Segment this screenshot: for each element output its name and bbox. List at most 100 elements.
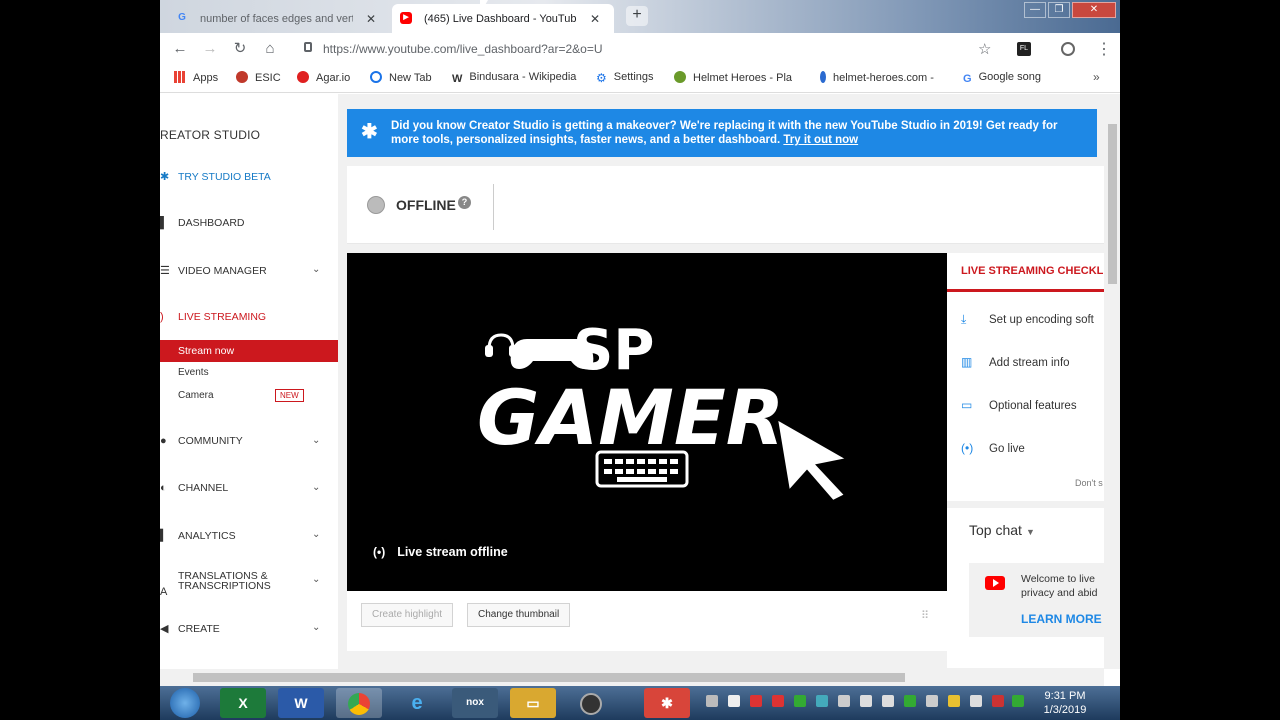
key-icon xyxy=(820,71,826,83)
tray-icon[interactable] xyxy=(1012,695,1024,707)
drag-handle-icon[interactable]: ⠿ xyxy=(921,609,929,622)
extension-ball-icon[interactable] xyxy=(1061,42,1075,56)
nox-icon[interactable]: nox xyxy=(452,688,498,718)
back-button[interactable]: ← xyxy=(170,39,190,59)
dont-show-link[interactable]: Don't s xyxy=(1075,478,1103,488)
bookmark-helmet-heroes-com[interactable]: helmet-heroes.com - xyxy=(820,71,940,84)
bookmark-label: Bindusara - Wikipedia xyxy=(469,71,577,83)
internet-explorer-icon[interactable]: e xyxy=(394,688,440,718)
close-icon[interactable]: ✕ xyxy=(366,12,376,26)
start-button[interactable] xyxy=(170,688,200,718)
bookmark-label: helmet-heroes.com - xyxy=(833,72,934,84)
scroll-thumb[interactable] xyxy=(1108,124,1117,284)
stream-preview[interactable]: SP GAMER (•) Live stream offline xyxy=(347,253,947,591)
wikipedia-icon: W xyxy=(452,73,463,85)
bookmark-apps[interactable]: Apps xyxy=(174,71,218,84)
tray-icon[interactable] xyxy=(772,695,784,707)
home-button[interactable]: ⌂ xyxy=(260,39,280,59)
sidebar-item-events[interactable]: Events xyxy=(178,367,209,378)
change-thumbnail-button[interactable]: Change thumbnail xyxy=(467,603,571,627)
sidebar-item-video-manager[interactable]: ☰ VIDEO MANAGER ⌄ xyxy=(160,264,320,277)
sidebar-item-label: TRANSCRIPTIONS xyxy=(178,580,271,592)
tray-icon[interactable] xyxy=(750,695,762,707)
extension-icon[interactable]: FL xyxy=(1017,42,1031,56)
sidebar-item-community[interactable]: ● COMMUNITY ⌄ xyxy=(160,435,320,447)
new-badge: NEW xyxy=(275,389,304,402)
sidebar-item-camera[interactable]: Camera xyxy=(178,390,214,401)
scroll-thumb[interactable] xyxy=(193,673,905,682)
horizontal-scrollbar[interactable] xyxy=(160,669,1104,686)
forward-button[interactable]: → xyxy=(200,39,220,59)
bookmark-agar[interactable]: Agar.io xyxy=(297,71,350,84)
new-tab-button[interactable]: + xyxy=(626,6,648,26)
tray-icon[interactable] xyxy=(926,695,938,707)
network-icon[interactable] xyxy=(882,695,894,707)
video-actions: Create highlight Change thumbnail ⠿ xyxy=(347,591,947,651)
bookmark-wikipedia[interactable]: W Bindusara - Wikipedia xyxy=(452,71,582,85)
page-content: REATOR STUDIO ✱ TRY STUDIO BETA ▌ DASHBOAR… xyxy=(160,94,1120,669)
sidebar-item-channel[interactable]: ◐ CHANNEL ⌄ xyxy=(160,482,320,494)
tray-icon[interactable] xyxy=(970,695,982,707)
speaker-icon[interactable] xyxy=(860,695,872,707)
tray-icon[interactable] xyxy=(794,695,806,707)
window-close-button[interactable]: ✕ xyxy=(1072,2,1116,18)
reload-button[interactable]: ↻ xyxy=(230,39,250,59)
bookmark-label: Google song xyxy=(978,71,1041,83)
tray-icon[interactable] xyxy=(904,695,916,707)
person-icon: ● xyxy=(160,435,167,447)
tab-inactive[interactable]: G number of faces edges and verti ✕ xyxy=(168,4,390,33)
google-icon: G xyxy=(178,12,186,23)
sidebar-item-stream-now[interactable]: Stream now xyxy=(160,340,338,362)
minimize-button[interactable]: — xyxy=(1024,2,1046,18)
apps-icon xyxy=(174,71,186,83)
bookmark-esic[interactable]: ESIC xyxy=(236,71,281,84)
more-bookmarks-icon[interactable]: » xyxy=(1093,70,1100,84)
app-icon[interactable]: ✱ xyxy=(644,688,690,718)
file-explorer-icon[interactable]: ▭ xyxy=(510,688,556,718)
system-clock[interactable]: 9:31 PM 1/3/2019 xyxy=(1030,689,1100,717)
asterisk-icon: ✱ xyxy=(361,121,378,143)
excel-icon[interactable]: X xyxy=(220,688,266,718)
sidebar-item-analytics[interactable]: ▍ ANALYTICS ⌄ xyxy=(160,529,320,542)
address-bar[interactable]: https://www.youtube.com/live_dashboard?a… xyxy=(296,37,996,61)
bookmark-google-song[interactable]: G Google song xyxy=(963,71,1041,85)
logo-main-text: GAMER xyxy=(477,373,784,462)
streaming-checklist: LIVE STREAMING CHECKL ⤓ Set up encoding s… xyxy=(947,253,1107,501)
sidebar-item-try-beta[interactable]: ✱ TRY STUDIO BETA xyxy=(160,170,271,183)
tab-active[interactable]: ▶ (465) Live Dashboard - YouTube ✕ xyxy=(392,4,614,33)
chat-mode-dropdown[interactable]: Top chat ▼ xyxy=(969,522,1035,538)
try-it-out-link[interactable]: Try it out now xyxy=(783,134,858,146)
tray-icon[interactable] xyxy=(992,695,1004,707)
bookmark-new-tab[interactable]: New Tab xyxy=(370,71,432,84)
checklist-item-go-live[interactable]: (•) Go live xyxy=(961,441,1025,455)
sidebar: REATOR STUDIO ✱ TRY STUDIO BETA ▌ DASHBOAR… xyxy=(160,94,338,669)
tray-icon[interactable] xyxy=(706,695,718,707)
tray-icon[interactable] xyxy=(838,695,850,707)
sidebar-item-create[interactable]: ◀ CREATE ⌄ xyxy=(160,622,320,635)
sidebar-item-translations[interactable]: ATRANSLATIONS & TRANSCRIPTIONS ⌄ xyxy=(160,571,320,598)
checklist-item-optional[interactable]: ▭ Optional features xyxy=(961,398,1077,412)
tray-icon[interactable] xyxy=(816,695,828,707)
vertical-scrollbar[interactable] xyxy=(1104,94,1120,669)
dashboard-icon: ▌ xyxy=(160,217,168,229)
close-icon[interactable]: ✕ xyxy=(590,12,600,26)
word-icon[interactable]: W xyxy=(278,688,324,718)
sidebar-item-dashboard[interactable]: ▌ DASHBOARD xyxy=(160,217,245,229)
bookmark-helmet-heroes[interactable]: Helmet Heroes - Pla xyxy=(674,71,800,84)
chrome-icon[interactable] xyxy=(336,688,382,718)
bookmark-settings[interactable]: ⚙ Settings xyxy=(596,71,654,85)
taskbar: X W e nox ▭ ✱ 9:31 PM 1/3/2019 xyxy=(160,686,1120,720)
tray-icon[interactable] xyxy=(948,695,960,707)
create-highlight-button[interactable]: Create highlight xyxy=(361,603,454,627)
maximize-button[interactable]: ❐ xyxy=(1048,2,1070,18)
broadcast-icon: ) xyxy=(160,311,164,323)
sidebar-item-live-streaming[interactable]: ) LIVE STREAMING xyxy=(160,311,266,323)
obs-icon[interactable] xyxy=(568,688,614,718)
learn-more-link[interactable]: LEARN MORE xyxy=(1021,612,1102,626)
help-icon[interactable]: ? xyxy=(458,196,471,209)
menu-icon[interactable]: ⋮ xyxy=(1096,39,1112,59)
tray-icon[interactable] xyxy=(728,695,740,707)
bookmark-star-icon[interactable]: ☆ xyxy=(978,40,991,58)
checklist-item-encoding[interactable]: ⤓ Set up encoding soft xyxy=(961,312,1094,327)
checklist-item-stream-info[interactable]: ▥ Add stream info xyxy=(961,355,1070,369)
